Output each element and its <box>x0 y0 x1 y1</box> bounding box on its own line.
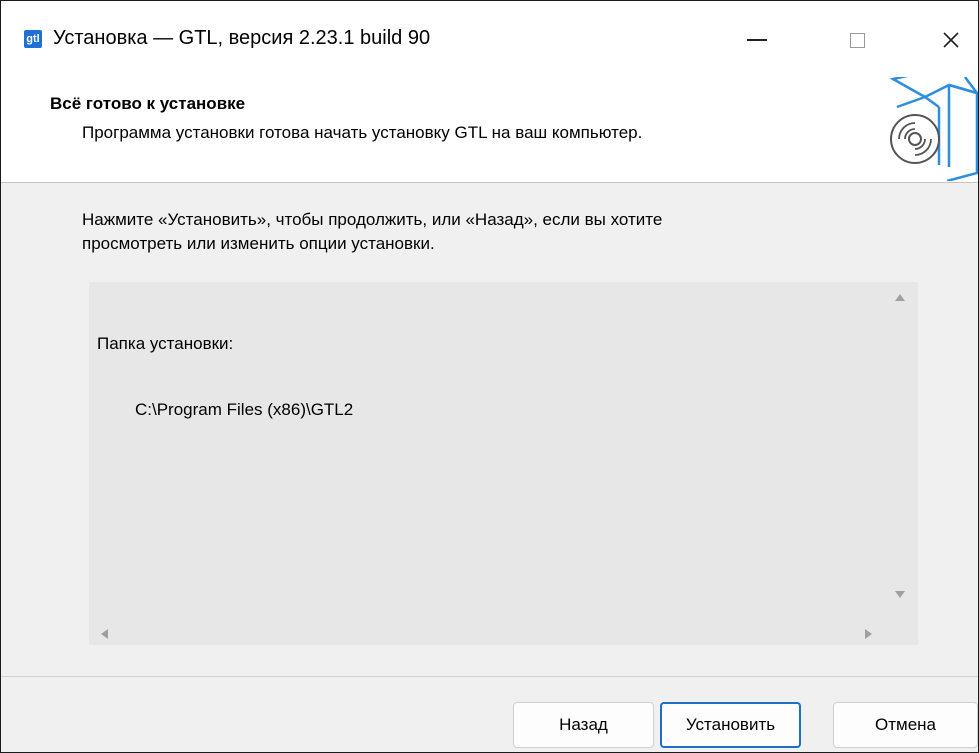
scroll-left-icon[interactable] <box>101 629 108 639</box>
intro-line-1: Нажмите «Установить», чтобы продолжить, … <box>82 210 663 229</box>
back-button[interactable]: Назад <box>513 702 654 748</box>
installer-window: gtl Установка — GTL, версия 2.23.1 build… <box>0 0 979 753</box>
maximize-button[interactable] <box>827 15 887 65</box>
memo-content: Папка установки: C:\Program Files (x86)\… <box>97 289 353 465</box>
scroll-right-icon[interactable] <box>865 629 872 639</box>
intro-line-2: просмотреть или изменить опции установки… <box>82 234 435 253</box>
scroll-up-icon[interactable] <box>895 294 905 301</box>
install-box-disc-icon <box>889 77 978 181</box>
cancel-button[interactable]: Отмена <box>833 702 978 748</box>
title-bar[interactable]: gtl Установка — GTL, версия 2.23.1 build… <box>1 1 978 77</box>
maximize-icon <box>849 32 865 48</box>
minimize-button[interactable] <box>727 15 787 65</box>
close-icon <box>943 32 959 48</box>
memo-install-path: C:\Program Files (x86)\GTL2 <box>135 400 354 419</box>
scroll-down-icon[interactable] <box>895 591 905 598</box>
page-title: Всё готово к установке <box>50 94 246 113</box>
intro-text: Нажмите «Установить», чтобы продолжить, … <box>82 208 842 256</box>
close-button[interactable] <box>921 15 978 65</box>
minimize-icon <box>747 39 767 41</box>
install-button[interactable]: Установить <box>660 702 801 748</box>
wizard-header: Всё готово к установке Программа установ… <box>1 77 978 183</box>
app-icon: gtl <box>24 30 42 48</box>
ready-memo[interactable]: Папка установки: C:\Program Files (x86)\… <box>89 282 918 645</box>
memo-label: Папка установки: <box>97 334 234 353</box>
footer-divider <box>1 676 978 677</box>
window-title: Установка — GTL, версия 2.23.1 build 90 <box>53 27 431 49</box>
page-subtitle: Программа установки готова начать устано… <box>82 123 643 142</box>
